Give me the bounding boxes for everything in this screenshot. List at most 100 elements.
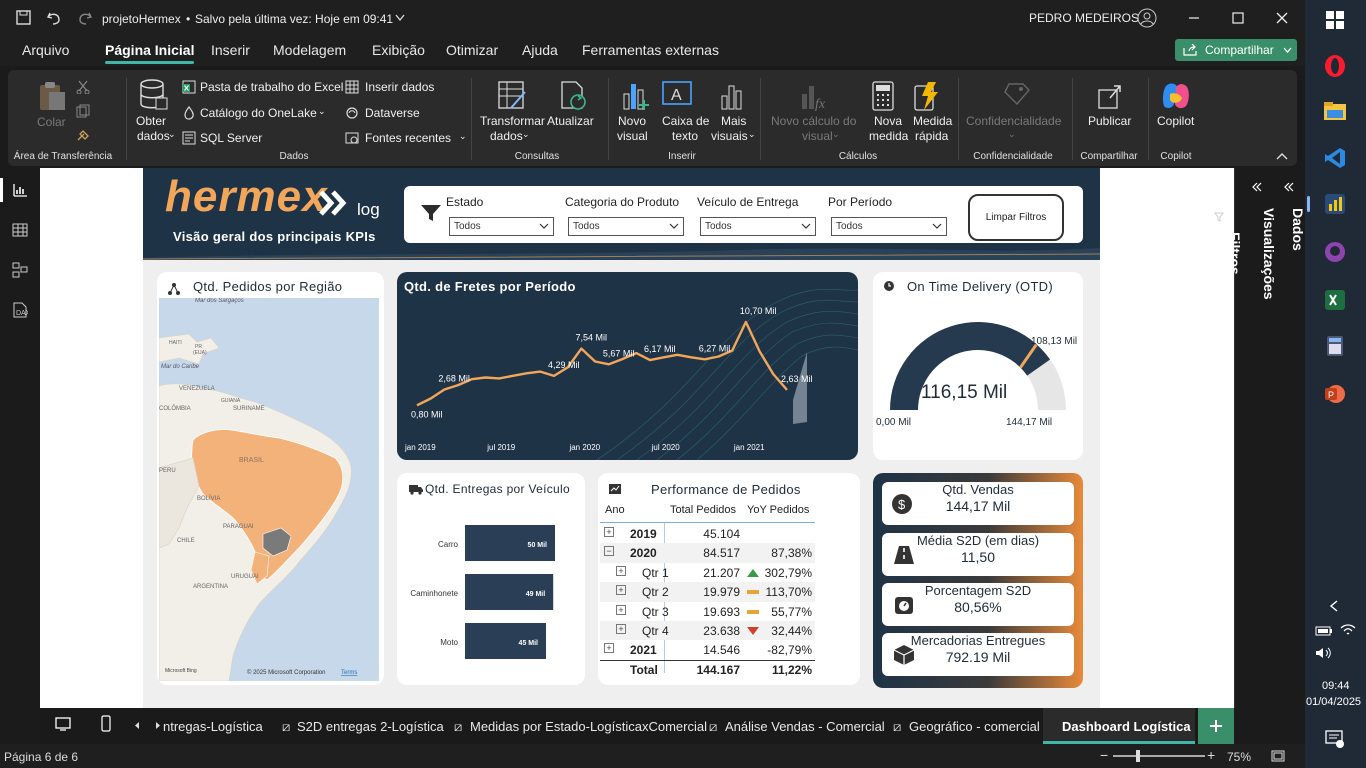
paste-icon[interactable]: [37, 80, 67, 112]
collapse-ribbon-icon[interactable]: [1276, 152, 1288, 160]
tab-entregas-logistica[interactable]: ntregas-Logística: [163, 719, 263, 734]
tab-dashboard-logistica[interactable]: Dashboard Logística: [1043, 708, 1195, 744]
tab-s2d-entregas-2[interactable]: S2D entregas 2-Logística: [297, 719, 444, 734]
table-row[interactable]: + Qtr 4 23.638 32,44%: [600, 621, 815, 641]
tab-analise-vendas[interactable]: Análise Vendas - Comercial: [725, 719, 885, 734]
prev-page-icon[interactable]: [134, 721, 140, 730]
format-painter-icon[interactable]: [76, 128, 90, 142]
table-row[interactable]: +2021 14.546 -82,79%: [600, 640, 815, 659]
zoom-in-button[interactable]: +: [1207, 747, 1215, 763]
table-row[interactable]: + Qtr 3 19.693 55,77%: [600, 602, 815, 621]
sensitivity-button[interactable]: Confidencialidade: [966, 114, 1061, 128]
menu-otimizar[interactable]: Otimizar: [446, 42, 498, 58]
copilot-button[interactable]: Copilot: [1157, 114, 1194, 128]
desktop-layout-icon[interactable]: [55, 716, 71, 732]
visual-calculation-icon[interactable]: fx: [798, 80, 830, 112]
map-visual[interactable]: Mar dos Sargaços Mar do Caribe VENEZUELA…: [159, 298, 379, 681]
refresh-button[interactable]: Atualizar: [547, 114, 594, 128]
user-name[interactable]: PEDRO MEDEIROS: [1029, 11, 1139, 25]
filter-dropdown-estado[interactable]: Todos: [449, 217, 554, 236]
more-visuals-icon[interactable]: [719, 80, 749, 112]
table-row[interactable]: + Qtr 1 21.207 302,79%: [600, 563, 815, 582]
maximize-icon[interactable]: [1232, 12, 1244, 24]
quick-measure-button[interactable]: Medida: [913, 114, 952, 128]
col-header-ano[interactable]: Ano: [605, 504, 625, 516]
collapse-data-icon[interactable]: [1284, 182, 1294, 192]
wifi-icon[interactable]: [1339, 622, 1357, 638]
zoom-out-button[interactable]: −: [1100, 747, 1108, 763]
text-box-button[interactable]: Caixa de: [662, 114, 709, 128]
avatar-icon[interactable]: [1137, 8, 1157, 28]
menu-modelagem[interactable]: Modelagem: [273, 42, 346, 58]
quick-measure-icon[interactable]: [912, 80, 940, 112]
enter-data-button[interactable]: Inserir dados: [365, 80, 434, 94]
expand-toggle[interactable]: +: [616, 565, 626, 576]
recent-sources-button[interactable]: Fontes recentes: [365, 131, 451, 145]
save-status[interactable]: Salvo pela última vez: Hoje em 09:41: [195, 12, 393, 26]
new-visual-calc-button[interactable]: Novo cálculo do: [771, 114, 856, 128]
save-icon[interactable]: [16, 10, 32, 26]
tab-medidas-por-estado[interactable]: Medidas por Estado-LogísticaxComercial: [470, 719, 707, 734]
github-desktop-icon[interactable]: [1323, 240, 1347, 264]
data-pane-tab[interactable]: Dados: [1290, 208, 1306, 268]
sql-server-button[interactable]: SQL Server: [200, 131, 262, 145]
publish-button[interactable]: Publicar: [1088, 114, 1131, 128]
collapse-visualizations-icon[interactable]: [1252, 182, 1262, 192]
expand-toggle[interactable]: +: [616, 604, 626, 615]
new-measure-button[interactable]: Nova: [874, 114, 902, 128]
calculator-app-icon[interactable]: [1323, 334, 1347, 358]
collapse-filters-icon[interactable]: [1216, 182, 1226, 192]
col-header-total[interactable]: Total Pedidos: [670, 504, 736, 516]
dataverse-button[interactable]: Dataverse: [365, 106, 420, 120]
filter-dropdown-periodo[interactable]: Todos: [831, 217, 947, 236]
new-visual-icon[interactable]: [620, 80, 650, 112]
report-view-icon[interactable]: [12, 182, 28, 198]
table-row[interactable]: − 2020 84.517 87,38%: [600, 543, 815, 563]
windows-start-icon[interactable]: [1326, 11, 1344, 29]
calculator-icon[interactable]: [870, 80, 896, 112]
expand-toggle[interactable]: +: [616, 585, 626, 596]
filters-pane-tab[interactable]: Filtros: [1223, 232, 1243, 292]
database-icon[interactable]: [139, 78, 169, 112]
chevron-left-icon[interactable]: [1329, 600, 1339, 612]
table-row[interactable]: + Qtr 2 19.979 113,70%: [600, 582, 815, 602]
cut-icon[interactable]: [76, 80, 90, 94]
vscode-icon[interactable]: [1323, 146, 1347, 170]
zoom-slider-thumb[interactable]: [1136, 750, 1140, 762]
filter-dropdown-veiculo[interactable]: Todos: [700, 217, 816, 236]
filter-dropdown-categoria[interactable]: Todos: [568, 217, 684, 236]
zoom-slider[interactable]: [1113, 755, 1205, 757]
transform-data-button[interactable]: Transformar: [480, 114, 545, 128]
expand-toggle[interactable]: +: [616, 624, 626, 634]
visualizations-pane-tab[interactable]: Visualizações: [1257, 208, 1277, 328]
minimize-icon[interactable]: [1188, 12, 1200, 24]
chevron-down-icon[interactable]: [395, 14, 405, 22]
zoom-level[interactable]: 75%: [1227, 750, 1251, 764]
menu-arquivo[interactable]: Arquivo: [22, 42, 69, 58]
add-page-button[interactable]: [1198, 708, 1234, 744]
dax-query-icon[interactable]: DAX: [12, 302, 28, 318]
table-view-icon[interactable]: [12, 222, 28, 238]
sensitivity-label-icon[interactable]: [1003, 80, 1033, 112]
expand-toggle[interactable]: +: [604, 643, 614, 654]
battery-icon[interactable]: [1315, 624, 1333, 638]
refresh-icon[interactable]: [558, 80, 590, 112]
menu-ferramentas-externas[interactable]: Ferramentas externas: [582, 42, 719, 58]
opera-icon[interactable]: [1323, 54, 1347, 78]
col-header-yoy[interactable]: YoY Pedidos: [747, 504, 809, 516]
menu-inserir[interactable]: Inserir: [211, 42, 250, 58]
get-data-button[interactable]: Obter: [136, 114, 166, 128]
notification-icon[interactable]: [1325, 730, 1345, 748]
line-chart[interactable]: jan 2019 jul 2019 jan 2020 jul 2020 jan 2021…: [397, 272, 858, 460]
text-box-icon[interactable]: A: [661, 80, 695, 110]
clear-filters-button[interactable]: Limpar Filtros: [968, 194, 1064, 241]
powerpoint-icon[interactable]: P: [1323, 382, 1347, 406]
next-page-icon[interactable]: [155, 721, 161, 730]
powerbi-icon[interactable]: [1323, 192, 1347, 216]
tab-geografico[interactable]: Geográfico - comercial: [909, 719, 1040, 734]
clock-time[interactable]: 09:44: [1322, 680, 1350, 692]
copilot-icon[interactable]: [1160, 80, 1192, 112]
paste-button[interactable]: Colar: [37, 115, 66, 129]
onelake-catalog-button[interactable]: Catálogo do OneLake: [200, 106, 317, 120]
transform-data-icon[interactable]: [497, 80, 529, 112]
